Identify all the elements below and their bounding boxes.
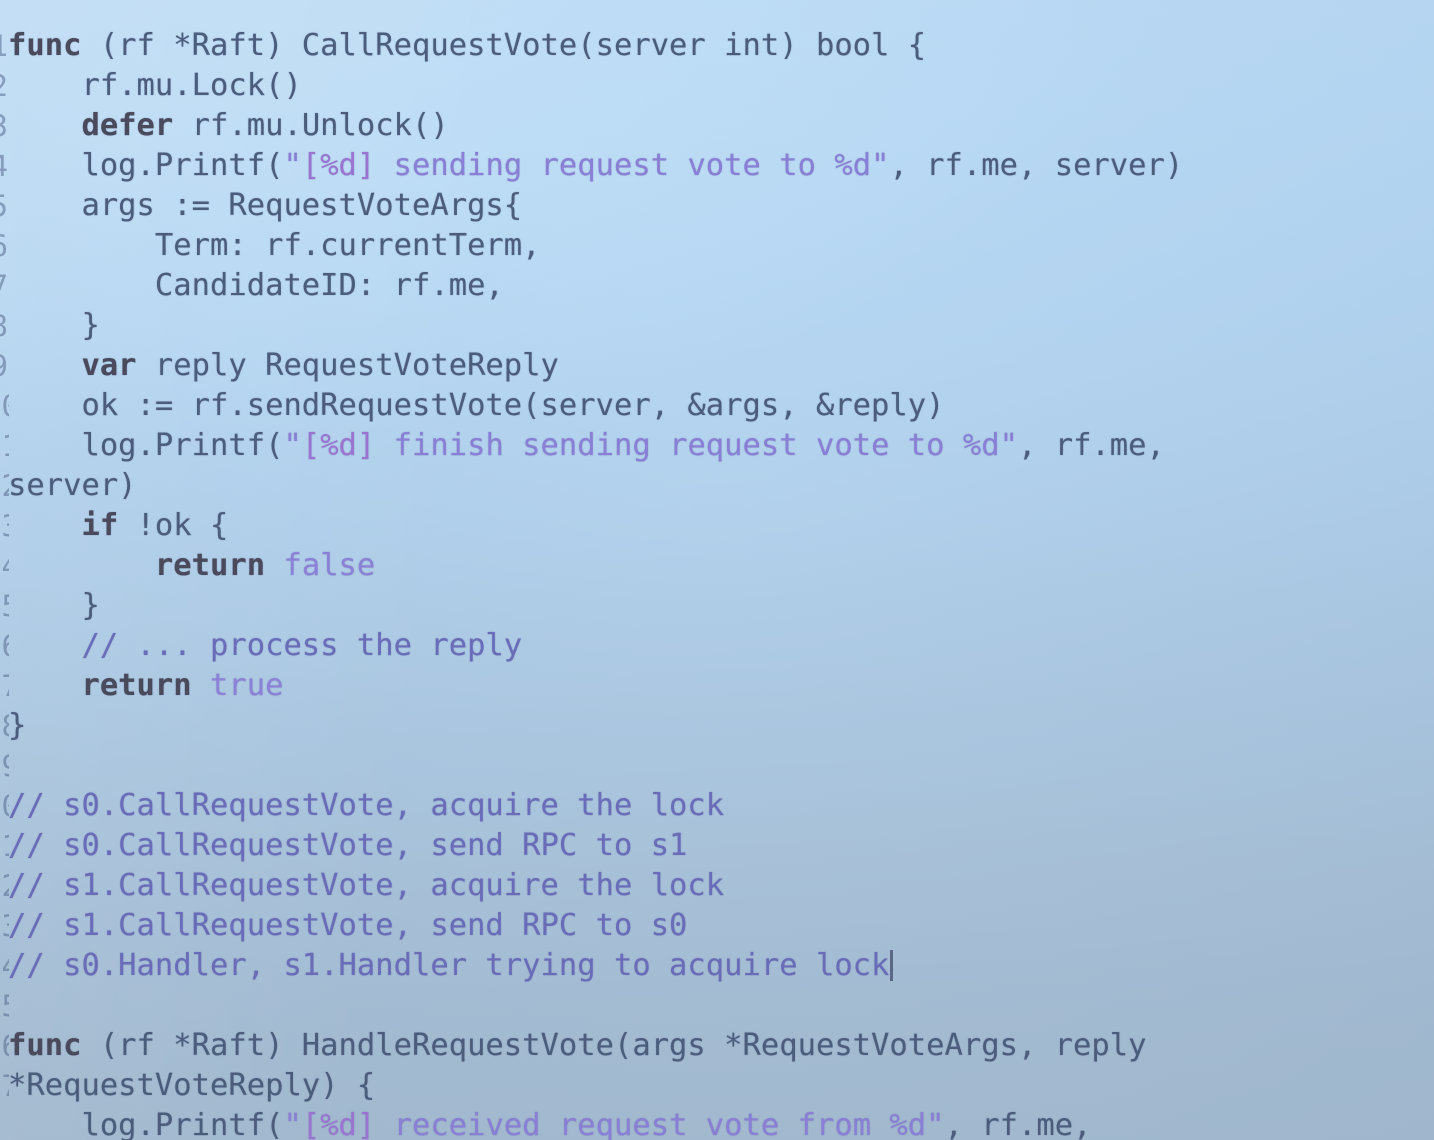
code-token-fmt: [%d]	[301, 148, 376, 183]
code-token-cst: false	[283, 548, 376, 583]
code-line[interactable]: defer rf.mu.Unlock()	[8, 106, 1183, 146]
code-line[interactable]: // ... process the reply	[8, 626, 1183, 666]
code-line[interactable]: if !ok {	[8, 506, 1183, 546]
code-token-plain: server)	[8, 468, 137, 503]
code-line[interactable]: func (rf *Raft) CallRequestVote(server i…	[8, 26, 1183, 66]
code-token-plain: (rf *Raft) HandleRequestVote(args *Reque…	[81, 1028, 1147, 1063]
code-token-plain: , rf.me, server)	[889, 148, 1184, 183]
code-line[interactable]	[8, 986, 1183, 1026]
code-text-area[interactable]: func (rf *Raft) CallRequestVote(server i…	[0, 0, 1183, 1140]
code-line[interactable]: log.Printf("[%d] finish sending request …	[8, 426, 1183, 466]
code-token-plain: Term: rf.currentTerm,	[8, 228, 541, 263]
editor-screen-capture: 1234567891011121314151617181920212223242…	[0, 0, 1434, 1140]
code-token-str: "	[283, 1108, 302, 1140]
code-token-kw: return	[81, 668, 192, 703]
code-token-kw: var	[81, 348, 137, 383]
code-line-wrapped[interactable]: *RequestVoteReply) {	[8, 1066, 1183, 1106]
code-line[interactable]: Term: rf.currentTerm,	[8, 226, 1183, 266]
code-token-cmt: // s1.CallRequestVote, send RPC to s0	[8, 908, 688, 943]
code-token-kw: return	[154, 548, 266, 583]
code-token-plain: *RequestVoteReply) {	[8, 1068, 376, 1103]
code-line-wrapped[interactable]: server)	[8, 466, 1183, 506]
code-line[interactable]: rf.mu.Lock()	[8, 66, 1183, 106]
code-token-str: "	[283, 428, 302, 463]
code-line[interactable]: func (rf *Raft) HandleRequestVote(args *…	[8, 1026, 1183, 1066]
code-token-fmt: [%d]	[301, 1108, 376, 1140]
code-token-plain: , rf.me,	[1017, 428, 1165, 463]
text-caret	[890, 950, 894, 981]
code-token-str: sending request vote to %d"	[375, 148, 890, 183]
code-token-plain: CandidateID: rf.me,	[8, 268, 504, 303]
code-token-str: finish sending request vote to %d"	[375, 428, 1018, 463]
code-token-cmt: // s0.Handler, s1.Handler trying to acqu…	[8, 948, 890, 983]
code-token-cst: true	[210, 668, 284, 703]
code-line[interactable]: }	[8, 706, 1183, 746]
code-line[interactable]: // s1.CallRequestVote, acquire the lock	[8, 866, 1183, 906]
code-line[interactable]: // s1.CallRequestVote, send RPC to s0	[8, 906, 1183, 946]
code-line[interactable]: return true	[8, 666, 1183, 706]
code-line[interactable]: log.Printf("[%d] sending request vote to…	[8, 146, 1183, 186]
code-line[interactable]: CandidateID: rf.me,	[8, 266, 1183, 306]
code-token-plain: , rf.me,	[944, 1108, 1092, 1140]
code-token-cmt: // s1.CallRequestVote, acquire the lock	[8, 868, 725, 903]
code-token-kw: if	[81, 508, 119, 543]
code-token-plain: log.Printf(	[8, 148, 284, 183]
code-token-plain: }	[8, 588, 100, 623]
code-token-plain: log.Printf(	[8, 1108, 284, 1140]
code-token-str: received request vote from %d"	[375, 1108, 945, 1140]
code-line[interactable]: args := RequestVoteArgs{	[8, 186, 1183, 226]
code-line[interactable]: }	[8, 306, 1183, 346]
code-token-plain: }	[8, 708, 27, 743]
code-token-str: "	[283, 148, 302, 183]
code-token-plain: rf.mu.Lock()	[8, 68, 302, 103]
code-line[interactable]: log.Printf("[%d] received request vote f…	[8, 1106, 1183, 1140]
code-token-plain: !ok {	[118, 508, 229, 543]
code-line[interactable]: var reply RequestVoteReply	[8, 346, 1183, 386]
code-line[interactable]: return false	[8, 546, 1183, 586]
code-token-plain: ok := rf.sendRequestVote(server, &args, …	[8, 388, 945, 423]
code-token-kw: func	[8, 1028, 82, 1063]
code-token-plain: log.Printf(	[8, 428, 284, 463]
code-line[interactable]	[8, 746, 1183, 786]
code-token-cmt: // s0.CallRequestVote, send RPC to s1	[8, 828, 688, 863]
code-token-plain: rf.mu.Unlock()	[173, 108, 449, 143]
code-token-plain: (rf *Raft) CallRequestVote(server int) b…	[81, 28, 927, 63]
code-token-cmt: // s0.CallRequestVote, acquire the lock	[8, 788, 725, 823]
code-line[interactable]: // s0.CallRequestVote, send RPC to s1	[8, 826, 1183, 866]
code-token-fmt: [%d]	[301, 428, 376, 463]
code-token-kw: defer	[81, 108, 174, 143]
code-token-cmt: // ... process the reply	[81, 628, 523, 663]
code-line[interactable]: }	[8, 586, 1183, 626]
code-line[interactable]: // s0.CallRequestVote, acquire the lock	[8, 786, 1183, 826]
code-line[interactable]: ok := rf.sendRequestVote(server, &args, …	[8, 386, 1183, 426]
code-token-plain: }	[8, 308, 100, 343]
code-token-kw: func	[8, 28, 82, 63]
code-token-plain: reply RequestVoteReply	[136, 348, 559, 383]
code-line[interactable]: // s0.Handler, s1.Handler trying to acqu…	[8, 946, 1183, 986]
code-token-plain: args := RequestVoteArgs{	[8, 188, 523, 223]
